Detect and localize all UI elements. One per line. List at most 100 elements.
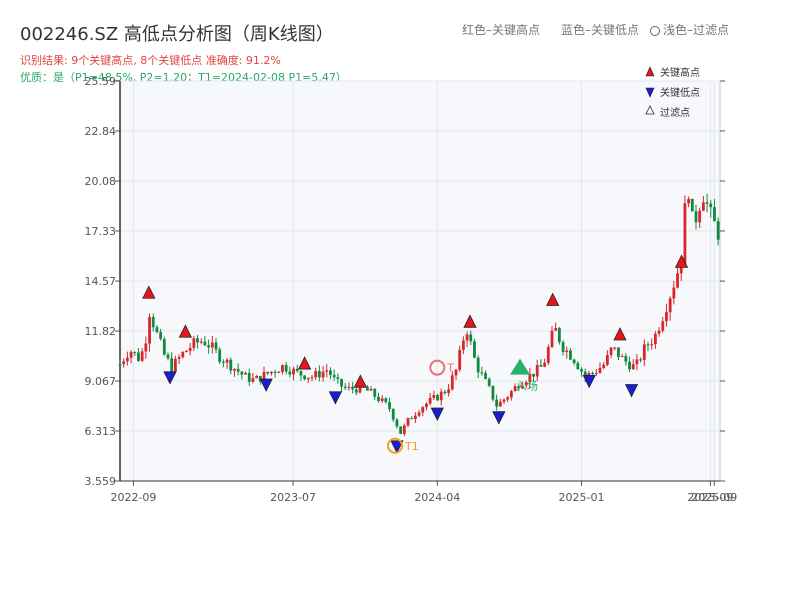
candle-body <box>218 349 222 362</box>
candle-body <box>653 333 657 345</box>
candle-body <box>236 368 240 372</box>
x-tick-label: 2024-04 <box>414 491 460 504</box>
candle-body <box>399 426 403 434</box>
candle-body <box>377 396 380 402</box>
candle-body <box>255 376 259 379</box>
candle-body <box>458 349 462 370</box>
candle-body <box>657 330 661 334</box>
candle-body <box>576 363 580 370</box>
legend-high-icon <box>645 66 655 77</box>
candle-body <box>635 359 639 365</box>
candle-body <box>173 358 177 372</box>
candle-body <box>144 343 148 352</box>
candle-body <box>369 388 373 391</box>
candle-body <box>402 425 406 434</box>
candle-body <box>569 350 572 360</box>
candle-body <box>336 377 340 380</box>
candle-body <box>140 351 144 361</box>
candle-body <box>709 203 713 208</box>
candle-body <box>646 344 650 346</box>
candle-body <box>155 327 159 333</box>
candle-body <box>450 375 454 390</box>
candle-body <box>469 334 473 342</box>
candle-body <box>605 355 609 365</box>
candle-body <box>384 398 388 403</box>
candle-body <box>199 341 203 343</box>
candle-body <box>628 361 631 370</box>
legend-low-label: 关键低点 <box>660 86 700 99</box>
candle-body <box>166 354 170 359</box>
candle-body <box>421 407 425 413</box>
legend-high-label: 关键高点 <box>660 66 700 79</box>
candle-body <box>716 221 720 240</box>
candle-body <box>642 344 646 360</box>
candle-body <box>532 373 535 377</box>
candle-body <box>624 356 628 362</box>
candle-body <box>159 332 163 339</box>
candle-body <box>428 397 432 404</box>
candle-body <box>325 370 329 372</box>
x-tick-label: 2023-07 <box>270 491 316 504</box>
candle-body <box>137 352 140 361</box>
candle-body <box>509 391 513 398</box>
x-tick-label: 2022-09 <box>110 491 156 504</box>
candle-body <box>539 365 543 367</box>
candle-body <box>620 356 624 358</box>
candle-body <box>672 287 676 299</box>
candle-body <box>251 378 255 382</box>
candle-body <box>196 338 199 343</box>
candle-body <box>233 368 236 371</box>
candle-body <box>347 386 351 388</box>
candle-body <box>480 372 484 374</box>
candle-body <box>303 375 307 380</box>
candle-body <box>443 391 447 394</box>
candle-body <box>694 211 698 223</box>
candle-body <box>310 377 314 379</box>
candle-body <box>565 350 569 353</box>
candle-body <box>214 342 218 350</box>
candle-body <box>288 371 292 375</box>
candle-body <box>413 415 417 419</box>
y-tick-label: 20.08 <box>85 175 117 188</box>
candle-body <box>148 317 151 344</box>
candle-body <box>210 342 214 348</box>
candle-body <box>454 369 458 376</box>
candle-body <box>439 391 443 401</box>
candle-body <box>221 361 225 363</box>
candle-body <box>118 364 122 366</box>
candle-body <box>687 198 691 204</box>
candle-body <box>476 357 480 373</box>
candle-body <box>683 203 687 267</box>
candle-body <box>425 403 428 408</box>
candle-body <box>192 338 196 348</box>
y-tick-label: 6.313 <box>85 425 117 438</box>
candle-body <box>676 273 679 288</box>
candle-body <box>410 418 414 420</box>
candle-body <box>133 351 137 353</box>
candle-body <box>373 388 377 397</box>
candle-body <box>247 372 251 382</box>
candle-body <box>185 350 188 353</box>
candle-body <box>277 371 281 373</box>
candle-body <box>491 385 495 400</box>
candle-body <box>705 202 709 204</box>
y-tick-label: 11.82 <box>85 325 117 338</box>
candle-body <box>329 370 332 375</box>
candle-body <box>535 365 539 377</box>
candle-body <box>351 386 355 390</box>
candle-body <box>317 371 321 378</box>
candle-body <box>609 347 613 356</box>
candle-body <box>340 379 343 387</box>
candle-body <box>698 210 702 223</box>
candle-body <box>550 330 554 348</box>
candle-body <box>170 358 174 372</box>
x-tick-label: 2025-01 <box>559 491 605 504</box>
candle-body <box>292 368 295 375</box>
candle-body <box>543 362 547 367</box>
t-label: T <box>446 362 454 375</box>
candle-body <box>665 312 668 322</box>
entry-label: 入场 <box>516 379 538 393</box>
candle-body <box>701 202 705 211</box>
candle-body <box>465 334 469 341</box>
candle-body <box>617 347 620 357</box>
